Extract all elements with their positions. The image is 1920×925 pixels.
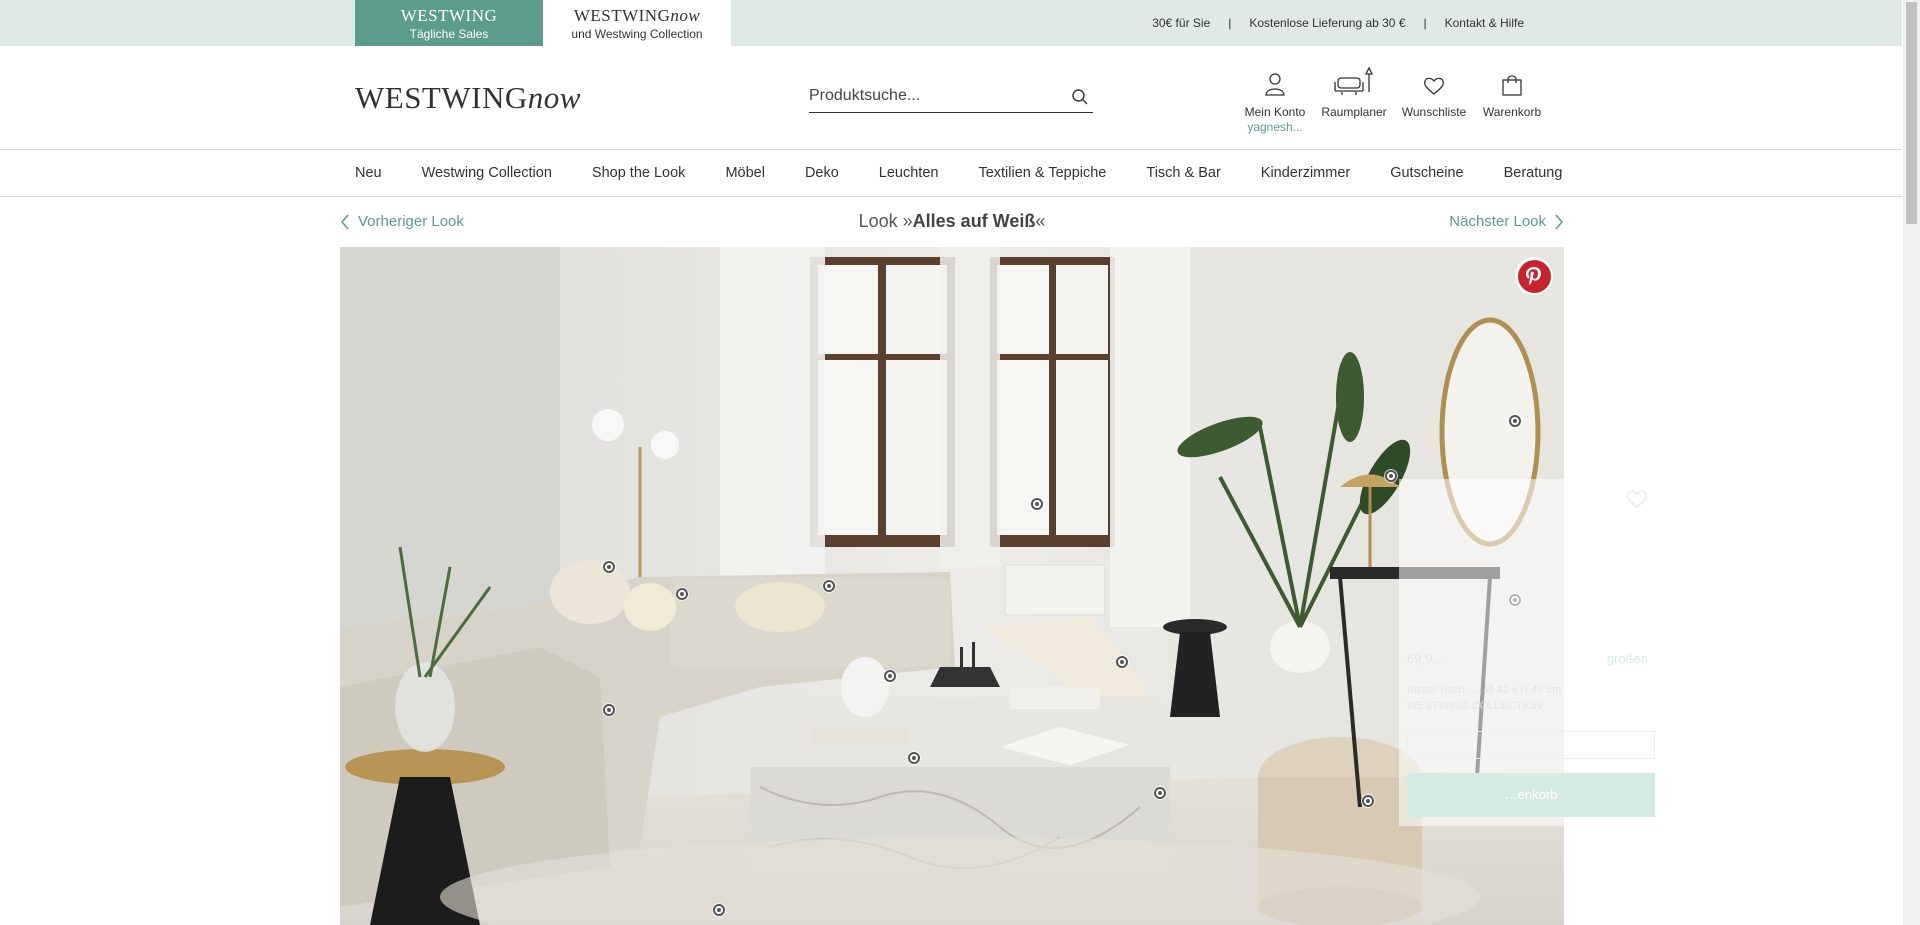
previous-look-link[interactable]: Vorheriger Look xyxy=(340,213,464,230)
nav-item-textilien-teppiche[interactable]: Textilien & Teppiche xyxy=(978,165,1106,181)
look-navigation: Vorheriger Look Look »Alles auf Weiß« Nä… xyxy=(340,207,1564,241)
account-username: yagnesh... xyxy=(1247,120,1303,134)
voucher-link[interactable]: 30€ für Sie xyxy=(1152,16,1210,30)
product-hotspot[interactable] xyxy=(1385,470,1397,482)
nav-item-deko[interactable]: Deko xyxy=(805,165,839,181)
product-hotspot[interactable] xyxy=(908,752,920,764)
add-to-cart-button[interactable]: …enkorb xyxy=(1407,773,1655,817)
nav-item-beratung[interactable]: Beratung xyxy=(1504,165,1563,181)
free-delivery-link[interactable]: Kostenlose Lieferung ab 30 € xyxy=(1249,16,1405,30)
room-planner-icon xyxy=(1310,66,1398,96)
nav-item-neu[interactable]: Neu xyxy=(355,165,382,181)
search-icon[interactable] xyxy=(1071,88,1089,106)
wishlist-label: Wunschliste xyxy=(1401,105,1467,119)
shop-tab-westwing-now[interactable]: WESTWINGnow und Westwing Collection xyxy=(543,0,731,46)
nav-item-moebel[interactable]: Möbel xyxy=(725,165,765,181)
room-illustration xyxy=(340,247,1564,925)
shop-brand: WESTWING xyxy=(400,6,498,25)
heart-icon[interactable] xyxy=(1626,489,1648,514)
product-hotspot[interactable] xyxy=(603,561,615,573)
cart-label: Warenkorb xyxy=(1482,105,1542,119)
product-hotspot[interactable] xyxy=(1362,795,1374,807)
product-description: Bistro-Tisch …, Ø 42 x H 47 cm WESTWING … xyxy=(1407,682,1627,714)
product-name: Bistro-Tisch …, Ø 42 x H 47 cm xyxy=(1407,684,1562,696)
account-button[interactable]: Mein Konto yagnesh... xyxy=(1240,68,1310,138)
top-links: 30€ für Sie | Kostenlose Lieferung ab 30… xyxy=(1152,0,1524,46)
nav-list: Neu Westwing Collection Shop the Look Mö… xyxy=(355,150,1562,196)
divider: | xyxy=(1228,16,1232,30)
header: WESTWINGnow Mein Konto yagnesh... Raumpl… xyxy=(0,46,1902,150)
contact-help-link[interactable]: Kontakt & Hilfe xyxy=(1445,16,1524,30)
bag-icon xyxy=(1470,68,1554,96)
product-hotspot[interactable] xyxy=(823,580,835,592)
shop-brand-text: WESTWING xyxy=(573,6,671,25)
cart-button[interactable]: Warenkorb xyxy=(1470,68,1554,138)
scrollbar-thumb[interactable] xyxy=(1906,2,1917,224)
product-hotspot[interactable] xyxy=(884,670,896,682)
divider: | xyxy=(1423,16,1427,30)
pinterest-icon xyxy=(1517,259,1551,293)
wishlist-button[interactable]: Wunschliste xyxy=(1398,68,1470,138)
main-navigation: Neu Westwing Collection Shop the Look Mö… xyxy=(0,150,1902,197)
product-hotspot[interactable] xyxy=(1031,498,1043,510)
next-look-link[interactable]: Nächster Look xyxy=(1449,213,1564,230)
next-look-label: Nächster Look xyxy=(1449,213,1546,230)
site-logo[interactable]: WESTWINGnow xyxy=(355,80,581,116)
account-label: Mein Konto xyxy=(1244,105,1306,119)
product-tooltip: 69,9… großen Bistro-Tisch …, Ø 42 x H 47… xyxy=(1399,479,1664,826)
product-hotspot[interactable] xyxy=(713,904,725,916)
chevron-left-icon xyxy=(341,214,349,229)
shop-subtitle: Tägliche Sales xyxy=(409,27,489,41)
product-hotspot[interactable] xyxy=(676,588,688,600)
chevron-right-icon xyxy=(1555,214,1563,229)
product-hotspot[interactable] xyxy=(1154,787,1166,799)
nav-item-gutscheine[interactable]: Gutscheine xyxy=(1390,165,1463,181)
header-icons: Mein Konto yagnesh... Raumplaner Wunschl… xyxy=(1240,66,1554,138)
look-title: Look »Alles auf Weiß« xyxy=(340,211,1564,232)
previous-look-label: Vorheriger Look xyxy=(358,213,464,230)
nav-item-westwing-collection[interactable]: Westwing Collection xyxy=(422,165,552,181)
nav-item-leuchten[interactable]: Leuchten xyxy=(879,165,939,181)
product-more-link[interactable]: großen xyxy=(1607,651,1648,666)
shop-brand-italic: now xyxy=(670,6,701,25)
product-price: 69,9… xyxy=(1407,651,1446,666)
logo-text: WESTWING xyxy=(355,80,528,115)
nav-item-kinderzimmer[interactable]: Kinderzimmer xyxy=(1261,165,1350,181)
product-variant-select[interactable] xyxy=(1407,731,1655,759)
user-icon xyxy=(1240,68,1310,96)
logo-italic: now xyxy=(527,80,581,115)
search-input[interactable] xyxy=(809,82,1059,110)
room-planner-label: Raumplaner xyxy=(1321,105,1387,119)
nav-item-shop-the-look[interactable]: Shop the Look xyxy=(592,165,686,181)
product-hotspot[interactable] xyxy=(603,704,615,716)
search-bar xyxy=(809,82,1093,113)
look-title-suffix: « xyxy=(1035,211,1046,231)
shop-brand: WESTWINGnow xyxy=(543,6,731,26)
top-bar: WESTWING Tägliche Sales WESTWINGnow und … xyxy=(0,0,1902,46)
scrollbar[interactable] xyxy=(1903,0,1920,925)
product-brand: WESTWING COLLECTION xyxy=(1407,700,1543,712)
product-hotspot[interactable] xyxy=(1509,415,1521,427)
look-image xyxy=(340,247,1564,925)
pinterest-button[interactable] xyxy=(1515,257,1553,295)
shop-subtitle: und Westwing Collection xyxy=(571,27,703,41)
look-title-prefix: Look » xyxy=(858,211,913,231)
look-name: Alles auf Weiß xyxy=(912,211,1036,231)
product-hotspot[interactable] xyxy=(1116,656,1128,668)
room-planner-button[interactable]: Raumplaner xyxy=(1310,66,1398,138)
nav-item-tisch-bar[interactable]: Tisch & Bar xyxy=(1146,165,1220,181)
heart-icon xyxy=(1398,68,1470,96)
shop-tab-daily-sales[interactable]: WESTWING Tägliche Sales xyxy=(355,0,543,46)
